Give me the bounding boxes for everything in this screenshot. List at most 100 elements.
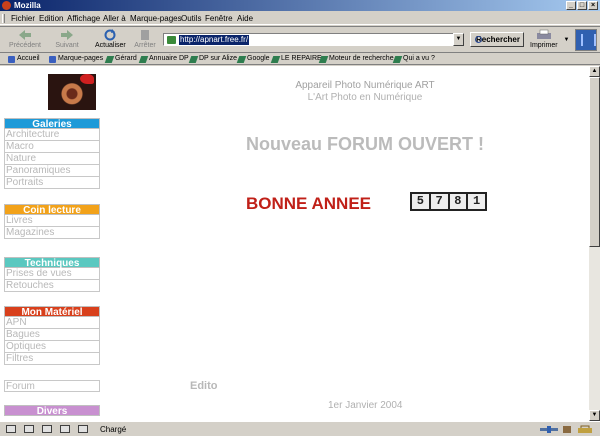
connection-icon — [540, 426, 558, 433]
sidebar-item-bagues[interactable]: Bagues — [4, 329, 100, 341]
back-button[interactable]: Précédent — [8, 29, 42, 49]
bookmark-google[interactable]: Google — [236, 54, 270, 64]
bookmark-label: Moteur de recherche — [329, 55, 394, 62]
sidebar-mon-materiel: Mon Matériel APN Bagues Optiques Filtres — [4, 306, 100, 365]
sidebar-item-panoramiques[interactable]: Panoramiques — [4, 165, 100, 177]
edito-date: 1er Janvier 2004 — [328, 400, 403, 411]
bookmark-icon — [104, 55, 115, 63]
visitor-counter: 5 7 8 1 — [410, 192, 487, 211]
sidebar-item-nature[interactable]: Nature — [4, 153, 100, 165]
menu-file[interactable]: Fichier — [11, 13, 35, 24]
sidebar-item-filtres[interactable]: Filtres — [4, 353, 100, 365]
bookmark-moteur[interactable]: Moteur de recherche — [318, 54, 394, 64]
section-title-coin-lecture: Coin lecture — [4, 204, 100, 216]
bookmarks-toolbar: Accueil Marque-pages Gérard Annuaire DP … — [0, 53, 600, 65]
stop-icon — [141, 30, 149, 40]
counter-digit: 8 — [449, 194, 467, 209]
bookmark-icon — [188, 55, 199, 63]
menu-view[interactable]: Affichage — [67, 13, 100, 24]
bookmark-icon — [236, 55, 247, 63]
bookmark-dp-alize[interactable]: DP sur Alize — [188, 54, 237, 64]
sidebar-item-livres[interactable]: Livres — [4, 215, 100, 227]
bookmark-label: Qui a vu ? — [403, 55, 435, 62]
stop-label: Arrêter — [134, 42, 156, 49]
chat-icon[interactable] — [78, 425, 88, 433]
menu-go[interactable]: Aller à — [103, 13, 126, 24]
stop-button[interactable]: Arrêter — [132, 29, 158, 49]
print-button[interactable]: Imprimer — [530, 29, 558, 49]
reload-icon — [104, 29, 116, 41]
bookmark-home[interactable]: Accueil — [8, 54, 40, 64]
section-title-galeries: Galeries — [4, 118, 100, 130]
bookmark-label: Annuaire DP — [149, 55, 189, 62]
search-label: Rechercher — [475, 35, 520, 44]
bookmark-label: DP sur Alize — [199, 55, 237, 62]
bookmark-icon — [270, 55, 281, 63]
bookmark-icon — [392, 55, 403, 63]
toolbar-grip-icon[interactable] — [2, 14, 5, 23]
bookmark-menu[interactable]: Marque-pages — [49, 54, 103, 64]
site-title: Appareil Photo Numérique ART — [295, 80, 435, 91]
vertical-scrollbar[interactable]: ▲ ▼ — [589, 66, 600, 421]
sidebar-coin-lecture: Coin lecture Livres Magazines — [4, 204, 100, 239]
sidebar-item-optiques[interactable]: Optiques — [4, 341, 100, 353]
scroll-down-arrow-icon[interactable]: ▼ — [589, 410, 600, 421]
address-book-icon[interactable] — [60, 425, 70, 433]
menu-help[interactable]: Aide — [237, 13, 253, 24]
sidebar-item-apn[interactable]: APN — [4, 317, 100, 329]
navigator-icon[interactable] — [6, 425, 16, 433]
maximize-button[interactable]: □ — [577, 1, 587, 10]
security-lock-icon[interactable] — [576, 425, 594, 434]
window-title: Mozilla — [14, 1, 41, 10]
url-history-dropdown[interactable]: ▼ — [453, 33, 464, 46]
forward-button[interactable]: Suivant — [52, 29, 82, 49]
print-label: Imprimer — [530, 42, 558, 49]
sidebar-item-prises-de-vues[interactable]: Prises de vues — [4, 268, 100, 280]
offline-icon[interactable] — [562, 425, 572, 434]
bookmark-le-repaire[interactable]: LE REPAIRE — [270, 54, 322, 64]
forum-announcement[interactable]: Nouveau FORUM OUVERT ! — [200, 134, 530, 155]
menu-bar: Fichier Edition Affichage Aller à Marque… — [0, 12, 600, 25]
close-button[interactable]: × — [588, 1, 598, 10]
bookmark-label: Accueil — [17, 55, 40, 62]
window-controls: _ □ × — [566, 1, 598, 10]
print-options-dropdown[interactable]: ▼ — [561, 35, 572, 48]
bookmark-icon — [138, 55, 149, 63]
reload-button[interactable]: Actualiser — [95, 29, 126, 49]
sidebar-item-magazines[interactable]: Magazines — [4, 227, 100, 239]
mozilla-throbber-icon[interactable] — [575, 29, 597, 51]
title-bar: Mozilla _ □ × — [0, 0, 600, 11]
menu-window[interactable]: Fenêtre — [205, 13, 233, 24]
navigation-toolbar: Précédent Suivant Actualiser Arrêter htt… — [0, 26, 600, 53]
minimize-button[interactable]: _ — [566, 1, 576, 10]
menu-edit[interactable]: Edition — [39, 13, 63, 24]
bookmark-label: LE REPAIRE — [281, 55, 322, 62]
sidebar-item-forum[interactable]: Forum — [4, 380, 100, 392]
search-button[interactable]: Rechercher — [470, 32, 524, 47]
bookmark-annuaire-dp[interactable]: Annuaire DP — [138, 54, 189, 64]
menu-tools[interactable]: Outils — [181, 13, 201, 24]
mail-icon[interactable] — [24, 425, 34, 433]
bookmark-gerard[interactable]: Gérard — [104, 54, 137, 64]
home-icon — [8, 55, 15, 63]
sidebar-galeries: Galeries Architecture Macro Nature Panor… — [4, 118, 100, 189]
counter-digit: 7 — [430, 194, 448, 209]
sidebar-forum: Forum — [4, 380, 100, 392]
section-title-techniques: Techniques — [4, 257, 100, 269]
sidebar-techniques: Techniques Prises de vues Retouches — [4, 257, 100, 292]
bookmark-qui-a-vu[interactable]: Qui a vu ? — [392, 54, 435, 64]
sidebar-item-macro[interactable]: Macro — [4, 141, 100, 153]
composer-icon[interactable] — [42, 425, 52, 433]
menu-bookmarks[interactable]: Marque-pages — [130, 13, 182, 24]
scroll-thumb[interactable] — [589, 77, 600, 247]
sidebar-item-retouches[interactable]: Retouches — [4, 280, 100, 292]
url-input[interactable]: http://apnart.free.fr/ — [179, 35, 250, 45]
url-bar[interactable]: http://apnart.free.fr/ — [163, 33, 464, 46]
section-title-divers: Divers — [4, 405, 100, 417]
sidebar-item-architecture[interactable]: Architecture — [4, 129, 100, 141]
page-proxy-icon[interactable] — [167, 36, 176, 44]
scroll-up-arrow-icon[interactable]: ▲ — [589, 66, 600, 77]
forward-arrow-icon — [61, 30, 73, 40]
status-bar: Chargé — [0, 421, 600, 436]
sidebar-item-portraits[interactable]: Portraits — [4, 177, 100, 189]
